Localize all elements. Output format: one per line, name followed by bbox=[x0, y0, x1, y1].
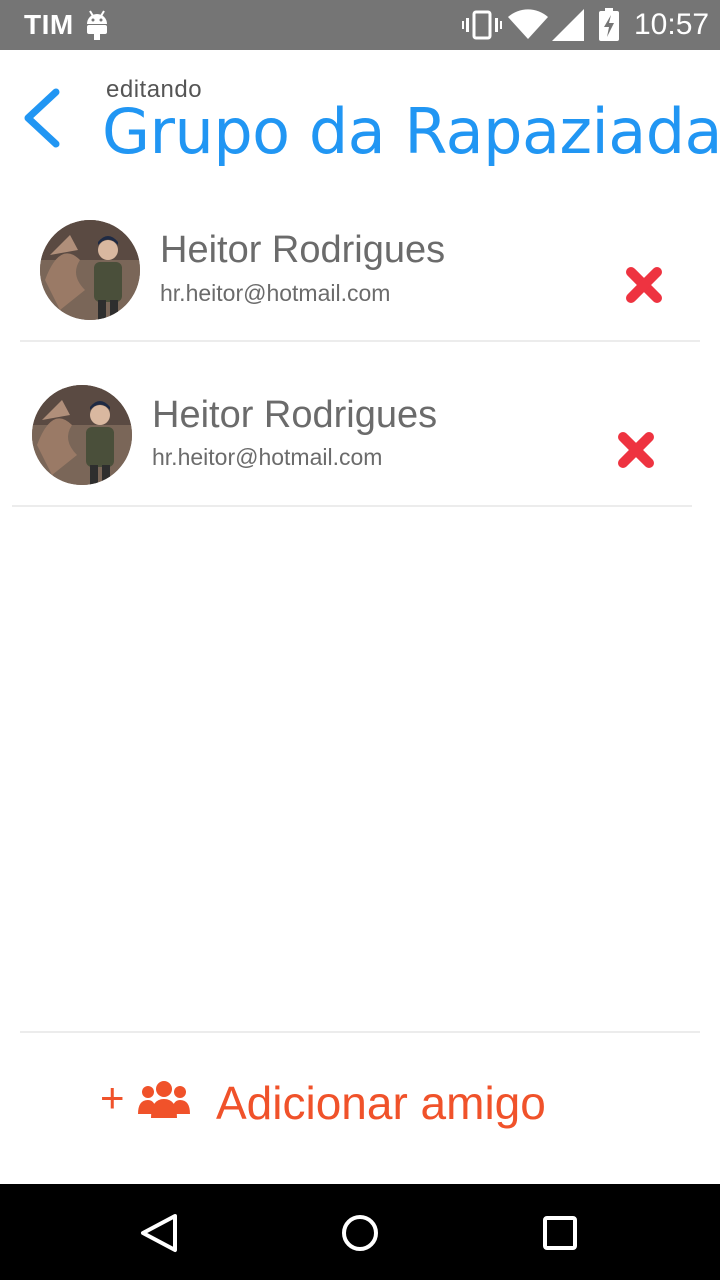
wifi-icon bbox=[508, 9, 548, 39]
carrier-name: TIM bbox=[24, 9, 74, 40]
row-divider bbox=[12, 505, 692, 507]
back-button[interactable] bbox=[18, 84, 74, 154]
back-triangle-icon[interactable] bbox=[135, 1208, 185, 1258]
recents-square-icon[interactable] bbox=[535, 1208, 585, 1258]
remove-member-button[interactable] bbox=[616, 430, 656, 470]
avatar bbox=[40, 220, 140, 320]
plus-icon: + bbox=[100, 1074, 125, 1121]
add-friend-label: Adicionar amigo bbox=[216, 1077, 546, 1129]
group-icon bbox=[138, 1081, 190, 1118]
remove-member-button[interactable] bbox=[624, 265, 664, 305]
row-divider bbox=[20, 340, 700, 342]
member-email: hr.heitor@hotmail.com bbox=[152, 444, 383, 470]
navigation-bar bbox=[0, 1184, 720, 1280]
close-icon bbox=[618, 432, 654, 468]
back-arrow-icon bbox=[24, 88, 60, 148]
avatar bbox=[32, 385, 132, 485]
battery-charging-icon bbox=[599, 8, 619, 41]
vibrate-icon bbox=[462, 10, 502, 40]
member-name: Heitor Rodrigues bbox=[152, 394, 438, 436]
member-email: hr.heitor@hotmail.com bbox=[160, 280, 391, 306]
clock: 10:57 bbox=[634, 8, 710, 41]
signal-icon bbox=[552, 9, 584, 41]
page-title: Grupo da Rapaziada bbox=[102, 95, 720, 168]
member-name: Heitor Rodrigues bbox=[160, 229, 446, 271]
close-icon bbox=[626, 267, 662, 303]
status-bar: TIM 10:57 bbox=[0, 0, 720, 50]
footer-divider bbox=[20, 1031, 700, 1033]
home-circle-icon[interactable] bbox=[335, 1208, 385, 1258]
add-friend-button[interactable]: + Adicionar amigo bbox=[90, 1070, 570, 1140]
android-icon bbox=[87, 10, 107, 40]
